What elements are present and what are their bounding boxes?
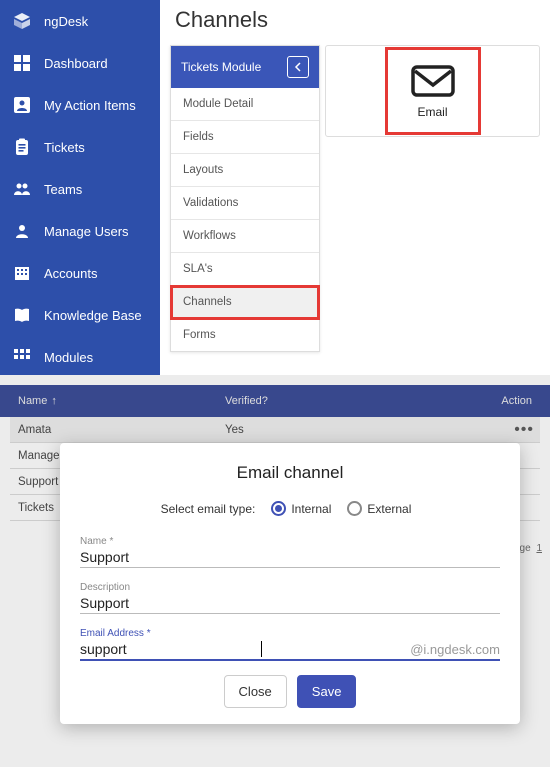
brand-label: ngDesk xyxy=(44,14,88,29)
module-panel-title: Tickets Module xyxy=(181,60,261,74)
people-icon xyxy=(12,179,32,199)
close-button[interactable]: Close xyxy=(224,675,287,708)
sort-up-icon: ↑ xyxy=(51,395,57,407)
module-item-module-detail[interactable]: Module Detail xyxy=(171,88,319,121)
module-item-fields[interactable]: Fields xyxy=(171,121,319,154)
name-label: Name * xyxy=(80,536,500,547)
person-icon xyxy=(12,221,32,241)
cell-name: Amata xyxy=(18,424,218,436)
module-item-workflows[interactable]: Workflows xyxy=(171,220,319,253)
sidebar-item-action-items[interactable]: My Action Items xyxy=(0,84,160,126)
table-row[interactable]: Amata Yes ••• xyxy=(10,417,540,443)
grid-icon xyxy=(12,347,32,367)
name-input[interactable] xyxy=(80,549,500,565)
column-action: Action xyxy=(501,395,532,407)
sidebar-item-knowledge-base[interactable]: Knowledge Base xyxy=(0,294,160,336)
row-action-menu[interactable]: ••• xyxy=(514,421,534,439)
sidebar-item-label: Knowledge Base xyxy=(44,308,142,323)
sidebar-item-label: My Action Items xyxy=(44,98,136,113)
user-box-icon xyxy=(12,95,32,115)
module-item-layouts[interactable]: Layouts xyxy=(171,154,319,187)
column-name[interactable]: Name ↑ xyxy=(18,395,57,407)
module-panel: Tickets Module Module Detail Fields Layo… xyxy=(170,45,320,352)
radio-internal[interactable]: Internal xyxy=(271,501,331,516)
cell-verified: Yes xyxy=(225,424,244,436)
sidebar-item-accounts[interactable]: Accounts xyxy=(0,252,160,294)
email-channel-label: Email xyxy=(417,105,447,119)
sidebar-item-label: Tickets xyxy=(44,140,85,155)
sidebar-item-modules[interactable]: Modules xyxy=(0,336,160,378)
radio-icon xyxy=(347,501,362,516)
book-icon xyxy=(12,305,32,325)
column-verified[interactable]: Verified? xyxy=(225,395,268,407)
sidebar-item-label: Dashboard xyxy=(44,56,108,71)
sidebar: ngDesk Dashboard My Action Items Tickets… xyxy=(0,0,160,375)
save-button[interactable]: Save xyxy=(297,675,357,708)
email-label: Email Address * xyxy=(80,628,500,639)
page-title: Channels xyxy=(175,0,268,40)
building-icon xyxy=(12,263,32,283)
email-channel-tile[interactable]: Email xyxy=(388,50,478,132)
module-back-button[interactable] xyxy=(287,56,309,78)
email-type-radio-group: Internal External xyxy=(263,501,419,516)
radio-icon xyxy=(271,501,286,516)
module-panel-header: Tickets Module xyxy=(171,46,319,88)
channel-card: Email xyxy=(325,45,540,137)
sidebar-item-manage-users[interactable]: Manage Users xyxy=(0,210,160,252)
radio-external[interactable]: External xyxy=(347,501,411,516)
sidebar-item-label: Modules xyxy=(44,350,93,365)
sidebar-item-teams[interactable]: Teams xyxy=(0,168,160,210)
sidebar-item-label: Accounts xyxy=(44,266,97,281)
field-name: Name * xyxy=(80,536,500,568)
page-number[interactable]: 1 xyxy=(536,543,542,554)
email-input[interactable] xyxy=(80,641,261,657)
module-item-slas[interactable]: SLA's xyxy=(171,253,319,286)
description-label: Description xyxy=(80,582,500,593)
sidebar-item-tickets[interactable]: Tickets xyxy=(0,126,160,168)
sidebar-item-label: Manage Users xyxy=(44,224,129,239)
module-item-validations[interactable]: Validations xyxy=(171,187,319,220)
type-label: Select email type: xyxy=(161,502,256,516)
clipboard-icon xyxy=(12,137,32,157)
sidebar-item-label: Teams xyxy=(44,182,82,197)
modal-title: Email channel xyxy=(80,463,500,483)
table-header: Name ↑ Verified? Action xyxy=(0,385,550,417)
email-channel-modal: Email channel Select email type: Interna… xyxy=(60,443,520,724)
module-item-forms[interactable]: Forms xyxy=(171,319,319,351)
module-item-channels[interactable]: Channels xyxy=(171,286,319,319)
sidebar-brand[interactable]: ngDesk xyxy=(0,0,160,42)
field-email-address: Email Address * @i.ngdesk.com xyxy=(80,628,500,661)
description-input[interactable] xyxy=(80,595,500,611)
chevron-left-icon xyxy=(293,62,303,72)
dashboard-icon xyxy=(12,53,32,73)
email-icon xyxy=(411,63,455,99)
field-description: Description xyxy=(80,582,500,614)
sidebar-item-dashboard[interactable]: Dashboard xyxy=(0,42,160,84)
email-domain-suffix: @i.ngdesk.com xyxy=(410,642,500,657)
text-caret xyxy=(261,641,262,657)
logo-icon xyxy=(12,11,32,31)
